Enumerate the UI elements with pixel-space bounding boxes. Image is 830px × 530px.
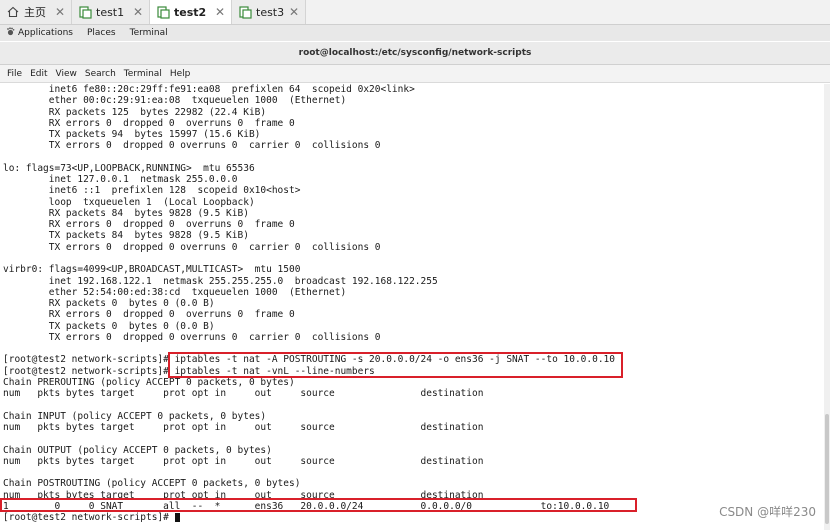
menu-edit[interactable]: Edit bbox=[30, 69, 47, 79]
tab-bar: 主页 ✕ test1 ✕ test2 ✕ test3 ✕ bbox=[0, 0, 830, 25]
tab-label: 主页 bbox=[24, 6, 46, 19]
menu-terminal[interactable]: Terminal bbox=[124, 69, 162, 79]
menu-help[interactable]: Help bbox=[170, 69, 191, 79]
terminal-scrollbar[interactable] bbox=[824, 84, 830, 530]
terminal-menubar: File Edit View Search Terminal Help bbox=[0, 65, 830, 83]
menu-file[interactable]: File bbox=[7, 69, 22, 79]
terminal-prompt: [root@test2 network-scripts]# bbox=[3, 512, 175, 524]
terminal-menu[interactable]: Terminal bbox=[130, 28, 168, 38]
terminal-line: [root@test2 network-scripts]# iptables -… bbox=[3, 365, 375, 377]
tab-label: test1 bbox=[96, 5, 125, 19]
tab-label: test2 bbox=[174, 5, 207, 19]
applications-menu[interactable]: Applications bbox=[6, 27, 73, 39]
terminal-line: Chain INPUT (policy ACCEPT 0 packets, 0 … bbox=[3, 410, 267, 422]
terminal-line: lo: flags=73<UP,LOOPBACK,RUNNING> mtu 65… bbox=[3, 162, 255, 174]
terminal-line: RX packets 0 bytes 0 (0.0 B) bbox=[3, 298, 215, 310]
window-title: root@localhost:/etc/sysconfig/network-sc… bbox=[298, 48, 532, 58]
terminal-line: Chain PREROUTING (policy ACCEPT 0 packet… bbox=[3, 376, 295, 388]
terminal-line: num pkts bytes target prot opt in out so… bbox=[3, 489, 484, 501]
terminal-line: num pkts bytes target prot opt in out so… bbox=[3, 421, 484, 433]
home-icon bbox=[6, 5, 20, 19]
tab-test1[interactable]: test1 ✕ bbox=[72, 0, 150, 24]
places-menu[interactable]: Places bbox=[87, 28, 116, 38]
terminal-line: ether 00:0c:29:91:ea:08 txqueuelen 1000 … bbox=[3, 95, 347, 107]
close-icon[interactable]: ✕ bbox=[133, 5, 143, 19]
terminal-line: RX errors 0 dropped 0 overruns 0 frame 0 bbox=[3, 309, 295, 321]
terminal-line: TX errors 0 dropped 0 overruns 0 carrier… bbox=[3, 241, 381, 253]
gnome-foot-icon bbox=[6, 27, 15, 39]
tab-test3[interactable]: test3 ✕ bbox=[232, 0, 306, 24]
gnome-top-bar: Applications Places Terminal bbox=[0, 25, 830, 41]
terminal-line: num pkts bytes target prot opt in out so… bbox=[3, 455, 484, 467]
terminal-line: virbr0: flags=4099<UP,BROADCAST,MULTICAS… bbox=[3, 264, 301, 276]
terminal-line: RX packets 125 bytes 22982 (22.4 KiB) bbox=[3, 106, 267, 118]
terminal-line: inet 192.168.122.1 netmask 255.255.255.0… bbox=[3, 275, 438, 287]
terminal-line: TX packets 94 bytes 15997 (15.6 KiB) bbox=[3, 129, 261, 141]
terminal-line: TX errors 0 dropped 0 overruns 0 carrier… bbox=[3, 140, 381, 152]
close-icon[interactable]: ✕ bbox=[55, 5, 65, 19]
terminal-line: RX errors 0 dropped 0 overruns 0 frame 0 bbox=[3, 219, 295, 231]
terminal-line: loop txqueuelen 1 (Local Loopback) bbox=[3, 196, 255, 208]
terminal-line: num pkts bytes target prot opt in out so… bbox=[3, 388, 484, 400]
terminal-line: [root@test2 network-scripts]# iptables -… bbox=[3, 354, 615, 366]
terminal-line: TX packets 0 bytes 0 (0.0 B) bbox=[3, 320, 215, 332]
terminal-output[interactable]: inet6 fe80::20c:29ff:fe91:ea08 prefixlen… bbox=[3, 84, 823, 530]
terminal-line: RX errors 0 dropped 0 overruns 0 frame 0 bbox=[3, 117, 295, 129]
terminal-line: inet 127.0.0.1 netmask 255.0.0.0 bbox=[3, 174, 238, 186]
terminal-icon bbox=[156, 5, 170, 19]
tab-home[interactable]: 主页 ✕ bbox=[0, 0, 72, 24]
close-icon[interactable]: ✕ bbox=[289, 5, 299, 19]
terminal-line: RX packets 84 bytes 9828 (9.5 KiB) bbox=[3, 207, 249, 219]
terminal-line: Chain POSTROUTING (policy ACCEPT 0 packe… bbox=[3, 478, 301, 490]
terminal-line: inet6 ::1 prefixlen 128 scopeid 0x10<hos… bbox=[3, 185, 301, 197]
window-title-bar: root@localhost:/etc/sysconfig/network-sc… bbox=[0, 42, 830, 65]
tab-test2[interactable]: test2 ✕ bbox=[150, 0, 232, 24]
terminal-cursor bbox=[174, 513, 180, 523]
terminal-line: TX packets 84 bytes 9828 (9.5 KiB) bbox=[3, 230, 249, 242]
terminal-line: inet6 fe80::20c:29ff:fe91:ea08 prefixlen… bbox=[3, 84, 415, 95]
terminal-line: 1 0 0 SNAT all -- * ens36 20.0.0.0/24 0.… bbox=[3, 500, 610, 512]
terminal-line: Chain OUTPUT (policy ACCEPT 0 packets, 0… bbox=[3, 444, 272, 456]
close-icon[interactable]: ✕ bbox=[215, 5, 225, 19]
scrollbar-thumb[interactable] bbox=[825, 414, 829, 524]
terminal-line: ether 52:54:00:ed:38:cd txqueuelen 1000 … bbox=[3, 286, 347, 298]
terminal-icon bbox=[238, 5, 252, 19]
watermark: CSDN @咩咩230 bbox=[719, 505, 816, 519]
menu-search[interactable]: Search bbox=[85, 69, 116, 79]
menu-view[interactable]: View bbox=[56, 69, 77, 79]
terminal-line: TX errors 0 dropped 0 overruns 0 carrier… bbox=[3, 331, 381, 343]
applications-label: Applications bbox=[18, 28, 73, 38]
tab-label: test3 bbox=[256, 5, 285, 19]
terminal-icon bbox=[78, 5, 92, 19]
